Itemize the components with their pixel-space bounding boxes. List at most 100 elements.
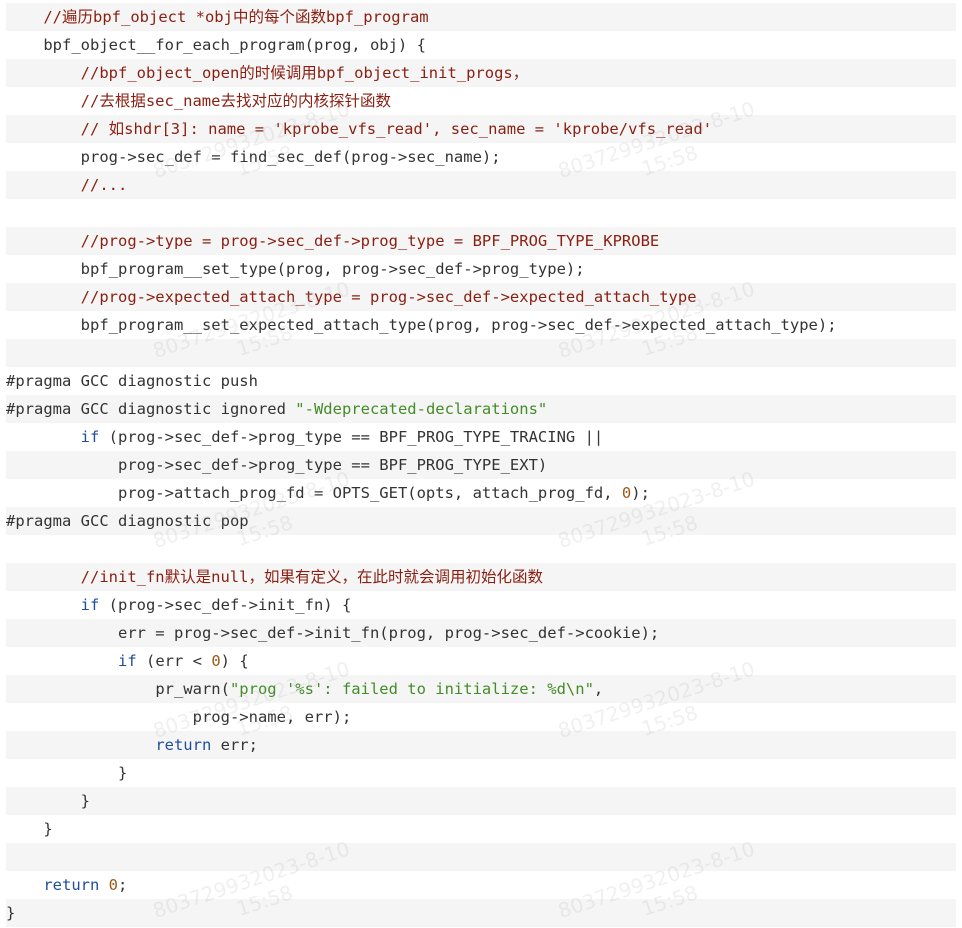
code-token-comment: // 如shdr[3]: name = 'kprobe_vfs_read', s… <box>80 120 713 138</box>
code-line: //去根据sec_name去找对应的内核探针函数 <box>6 87 956 115</box>
code-token-string: "prog '%s': failed to initialize: %d\n" <box>229 680 594 698</box>
code-line: bpf_program__set_expected_attach_type(pr… <box>6 311 956 339</box>
code-line: pr_warn("prog '%s': failed to initialize… <box>6 675 956 703</box>
code-token-plain: bpf_program__set_expected_attach_type(pr… <box>80 316 837 334</box>
code-token-comment: //prog->type = prog->sec_def->prog_type … <box>80 232 660 250</box>
code-line: //init_fn默认是null，如果有定义，在此时就会调用初始化函数 <box>6 563 956 591</box>
code-token-plain: ; <box>118 876 128 894</box>
code-line: prog->sec_def = find_sec_def(prog->sec_n… <box>6 143 956 171</box>
code-token-plain: } <box>6 904 16 922</box>
code-token-comment: //prog->expected_attach_type = prog->sec… <box>80 288 697 306</box>
code-token-keyword: if <box>80 428 100 446</box>
code-line: err = prog->sec_def->init_fn(prog, prog-… <box>6 619 956 647</box>
code-token-pre: #pragma GCC diagnostic push <box>6 372 258 390</box>
code-line: if (prog->sec_def->init_fn) { <box>6 591 956 619</box>
code-line: // 如shdr[3]: name = 'kprobe_vfs_read', s… <box>6 115 956 143</box>
code-line: //prog->type = prog->sec_def->prog_type … <box>6 227 956 255</box>
code-token-plain: err = prog->sec_def->init_fn(prog, prog-… <box>117 624 660 642</box>
code-line: } <box>6 759 956 787</box>
code-token-keyword: if <box>117 652 137 670</box>
code-token-plain: prog->name, err); <box>192 708 352 726</box>
code-line: prog->name, err); <box>6 703 956 731</box>
code-token-plain: prog->attach_prog_fd = OPTS_GET(opts, at… <box>117 484 622 502</box>
code-line: //... <box>6 171 956 199</box>
code-token-plain: } <box>117 764 128 782</box>
code-line: return 0; <box>6 871 956 899</box>
code-token-plain: ) { <box>220 652 249 670</box>
code-token-plain: , <box>593 680 604 698</box>
code-token-pre: #pragma GCC diagnostic ignored <box>6 400 296 418</box>
code-token-number: 0 <box>108 876 119 894</box>
code-token-pre: #pragma GCC diagnostic pop <box>6 512 249 530</box>
code-token-comment: //init_fn默认是null，如果有定义，在此时就会调用初始化函数 <box>80 568 543 586</box>
code-line: } <box>6 787 956 815</box>
code-token-plain: err; <box>211 736 258 754</box>
code-line: } <box>6 899 956 927</box>
code-token-comment: //遍历bpf_object *obj中的每个函数bpf_program <box>43 8 429 26</box>
code-line: //prog->expected_attach_type = prog->sec… <box>6 283 956 311</box>
code-line: return err; <box>6 731 956 759</box>
code-token-number: 0 <box>211 652 221 670</box>
code-token-comment: //去根据sec_name去找对应的内核探针函数 <box>80 92 391 110</box>
code-token-keyword: return <box>155 736 212 754</box>
code-line: //bpf_object_open的时候调用bpf_object_init_pr… <box>6 59 956 87</box>
code-token-plain: bpf_object__for_each_program(prog, obj) … <box>43 36 426 54</box>
code-line: #pragma GCC diagnostic push <box>6 367 956 395</box>
code-block: //遍历bpf_object *obj中的每个函数bpf_program bpf… <box>0 0 962 928</box>
code-line <box>6 843 956 871</box>
code-line: if (prog->sec_def->prog_type == BPF_PROG… <box>6 423 956 451</box>
code-token-plain: ); <box>631 484 650 502</box>
code-line: //遍历bpf_object *obj中的每个函数bpf_program <box>6 3 956 31</box>
code-token-plain: (err < <box>136 652 212 670</box>
code-token-plain: pr_warn( <box>155 680 230 698</box>
code-token-plain: prog->sec_def = find_sec_def(prog->sec_n… <box>80 148 501 166</box>
code-line: bpf_program__set_type(prog, prog->sec_de… <box>6 255 956 283</box>
code-token-keyword: if <box>80 596 100 614</box>
code-token-string: "-Wdeprecated-declarations" <box>295 400 548 418</box>
code-token-plain: (prog->sec_def->prog_type == BPF_PROG_TY… <box>99 428 604 446</box>
code-line <box>6 339 956 367</box>
code-token-comment: //... <box>80 176 128 194</box>
code-token-number: 0 <box>621 484 632 502</box>
code-line: bpf_object__for_each_program(prog, obj) … <box>6 31 956 59</box>
code-token-plain: prog->sec_def->prog_type == BPF_PROG_TYP… <box>117 456 548 474</box>
code-token-comment: //bpf_object_open的时候调用bpf_object_init_pr… <box>80 64 529 82</box>
code-token-keyword: return <box>43 876 100 894</box>
code-token-plain: } <box>43 820 53 838</box>
code-line: #pragma GCC diagnostic pop <box>6 507 956 535</box>
code-line: if (err < 0) { <box>6 647 956 675</box>
code-line: prog->attach_prog_fd = OPTS_GET(opts, at… <box>6 479 956 507</box>
code-line: } <box>6 815 956 843</box>
code-line: #pragma GCC diagnostic ignored "-Wdeprec… <box>6 395 956 423</box>
code-token-plain: bpf_program__set_type(prog, prog->sec_de… <box>80 260 585 278</box>
code-token-plain: } <box>80 792 90 810</box>
code-line: prog->sec_def->prog_type == BPF_PROG_TYP… <box>6 451 956 479</box>
